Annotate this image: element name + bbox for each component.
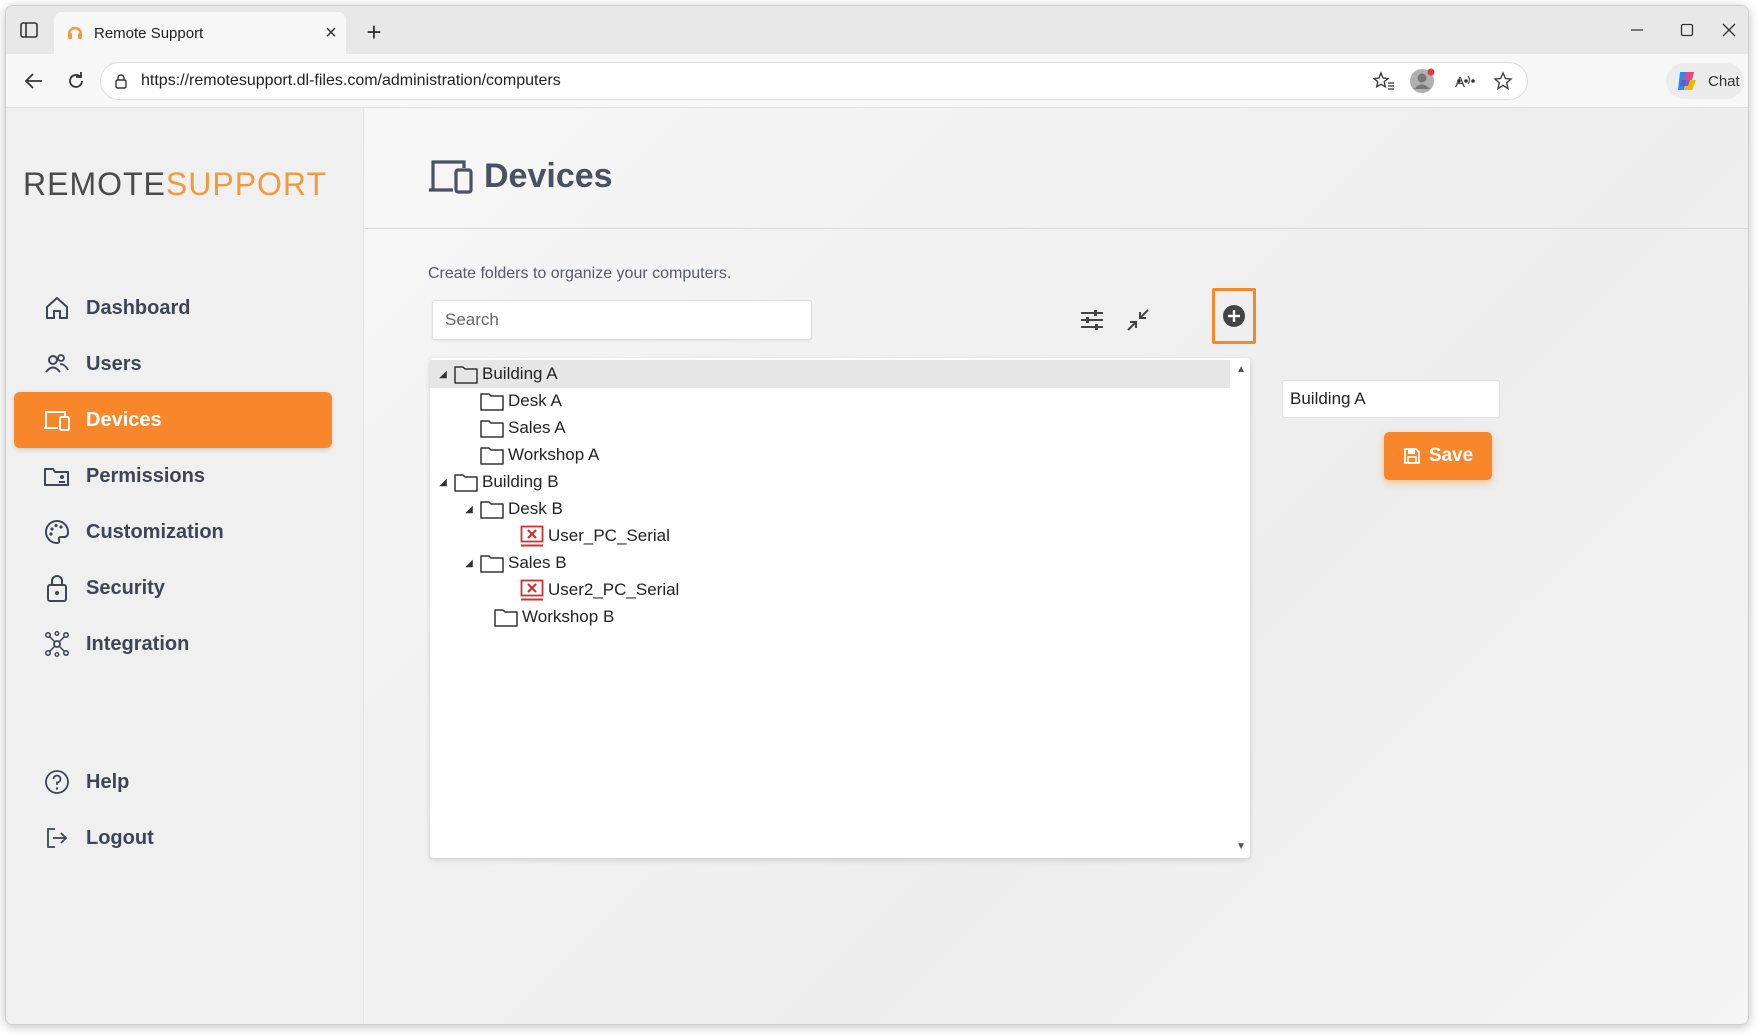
profile-avatar-icon[interactable] — [1406, 65, 1438, 97]
browser-window: Remote Support × + https://remotesupport… — [5, 5, 1749, 1025]
lock-icon — [115, 74, 127, 89]
browser-tab[interactable]: Remote Support × — [54, 12, 346, 54]
expand-arrow-icon[interactable]: ◢ — [462, 558, 476, 569]
favorite-star-icon[interactable] — [1489, 67, 1517, 95]
permissions-icon — [42, 461, 72, 491]
copilot-icon — [1678, 72, 1696, 90]
folder-icon — [494, 609, 518, 627]
offline-computer-icon — [520, 525, 544, 547]
tab-title: Remote Support — [94, 24, 204, 42]
collapse-icon — [1127, 309, 1149, 331]
tree-node-sales-a[interactable]: Sales A — [430, 414, 1230, 442]
sidebar-item-label: Devices — [86, 408, 162, 431]
address-bar: https://remotesupport.dl-files.com/admin… — [6, 54, 1748, 108]
favorites-icon[interactable] — [1368, 65, 1400, 97]
devices-icon — [42, 405, 72, 435]
folder-tree: ◢ Building A Desk A Sales A Workshop A ◢… — [430, 358, 1250, 858]
filter-settings-button[interactable] — [1072, 300, 1112, 340]
search-input[interactable] — [432, 300, 812, 340]
lock-icon — [42, 573, 72, 603]
integration-icon — [42, 629, 72, 659]
home-icon — [42, 293, 72, 323]
close-window-icon[interactable] — [1704, 14, 1748, 46]
sidebar-item-label: Security — [86, 576, 165, 599]
palette-icon — [42, 517, 72, 547]
new-tab-icon[interactable]: + — [358, 16, 390, 48]
page-header: Devices — [365, 108, 1748, 229]
scroll-down-arrow-icon[interactable]: ▼ — [1236, 841, 1246, 852]
sidebar-item-help[interactable]: Help — [14, 754, 332, 810]
tree-node-user-pc-serial[interactable]: User_PC_Serial — [430, 522, 1230, 550]
page: REMOTESUPPORT Dashboard Users Devices Pe… — [6, 108, 1748, 1024]
folder-icon — [480, 501, 504, 519]
tree-node-desk-b[interactable]: ◢ Desk B — [430, 495, 1230, 523]
sidebar-item-customization[interactable]: Customization — [14, 504, 332, 560]
sidebar-item-label: Dashboard — [86, 296, 191, 319]
page-subtitle: Create folders to organize your computer… — [428, 265, 732, 282]
folder-icon — [454, 474, 478, 492]
tree-node-desk-a[interactable]: Desk A — [430, 387, 1230, 415]
sidebar-item-label: Integration — [86, 632, 190, 655]
sidebar-item-label: Customization — [86, 520, 224, 543]
sidebar-item-label: Logout — [86, 826, 154, 849]
folder-icon — [454, 366, 478, 384]
folder-icon — [480, 420, 504, 438]
folder-icon — [480, 555, 504, 573]
sidebar-item-label: Users — [86, 352, 142, 375]
sidebar-item-dashboard[interactable]: Dashboard — [14, 280, 332, 336]
sidebar-item-label: Permissions — [86, 464, 205, 487]
expand-arrow-icon[interactable]: ◢ — [462, 504, 476, 515]
sliders-icon — [1081, 310, 1103, 330]
offline-computer-icon — [520, 579, 544, 601]
url-field[interactable]: https://remotesupport.dl-files.com/admin… — [100, 62, 1528, 100]
refresh-icon[interactable] — [60, 65, 92, 97]
back-icon[interactable] — [18, 65, 50, 97]
sidebar-item-users[interactable]: Users — [14, 336, 332, 392]
sidebar-item-label: Help — [86, 770, 130, 793]
main-content: Devices Create folders to organize your … — [365, 108, 1748, 1024]
sidebar-item-integration[interactable]: Integration — [14, 616, 332, 672]
collapse-all-button[interactable] — [1118, 300, 1158, 340]
add-folder-button[interactable] — [1212, 288, 1256, 344]
folder-icon — [480, 393, 504, 411]
save-disk-icon — [1403, 448, 1420, 464]
help-icon — [42, 767, 72, 797]
sidebar-toggle-icon[interactable] — [16, 18, 42, 42]
page-title: Devices — [428, 156, 613, 196]
chat-label: Chat — [1708, 72, 1740, 90]
sidebar-item-logout[interactable]: Logout — [14, 810, 332, 866]
devices-icon — [429, 160, 473, 194]
add-circle-icon — [1223, 305, 1245, 327]
sidebar-item-permissions[interactable]: Permissions — [14, 448, 332, 504]
users-icon — [42, 349, 72, 379]
expand-arrow-icon[interactable]: ◢ — [436, 369, 450, 380]
tree-node-building-b[interactable]: ◢ Building B — [430, 468, 1230, 496]
tree-node-workshop-a[interactable]: Workshop A — [430, 441, 1230, 469]
logout-icon — [42, 823, 72, 853]
tab-bar: Remote Support × + — [6, 6, 1748, 54]
sidebar: REMOTESUPPORT Dashboard Users Devices Pe… — [6, 108, 364, 1024]
scroll-up-arrow-icon[interactable]: ▲ — [1236, 364, 1246, 375]
folder-name-field[interactable] — [1282, 380, 1500, 418]
folder-icon — [480, 447, 504, 465]
headset-favicon-icon — [67, 26, 83, 39]
tree-node-workshop-b[interactable]: Workshop B — [430, 603, 1230, 631]
tree-node-user2-pc-serial[interactable]: User2_PC_Serial — [430, 576, 1230, 604]
sidebar-item-security[interactable]: Security — [14, 560, 332, 616]
sidebar-item-devices[interactable]: Devices — [14, 392, 332, 448]
close-tab-icon[interactable]: × — [316, 18, 346, 48]
more-options-icon[interactable] — [1450, 65, 1482, 97]
tree-node-sales-b[interactable]: ◢ Sales B — [430, 549, 1230, 577]
save-button[interactable]: Save — [1384, 432, 1492, 480]
copilot-chat-button[interactable]: Chat — [1666, 63, 1744, 99]
url-text: https://remotesupport.dl-files.com/admin… — [141, 72, 561, 89]
tree-node-building-a[interactable]: ◢ Building A — [430, 360, 1230, 388]
remote-support-logo: REMOTESUPPORT — [23, 166, 327, 202]
expand-arrow-icon[interactable]: ◢ — [436, 477, 450, 488]
minimize-icon[interactable] — [1612, 14, 1662, 46]
